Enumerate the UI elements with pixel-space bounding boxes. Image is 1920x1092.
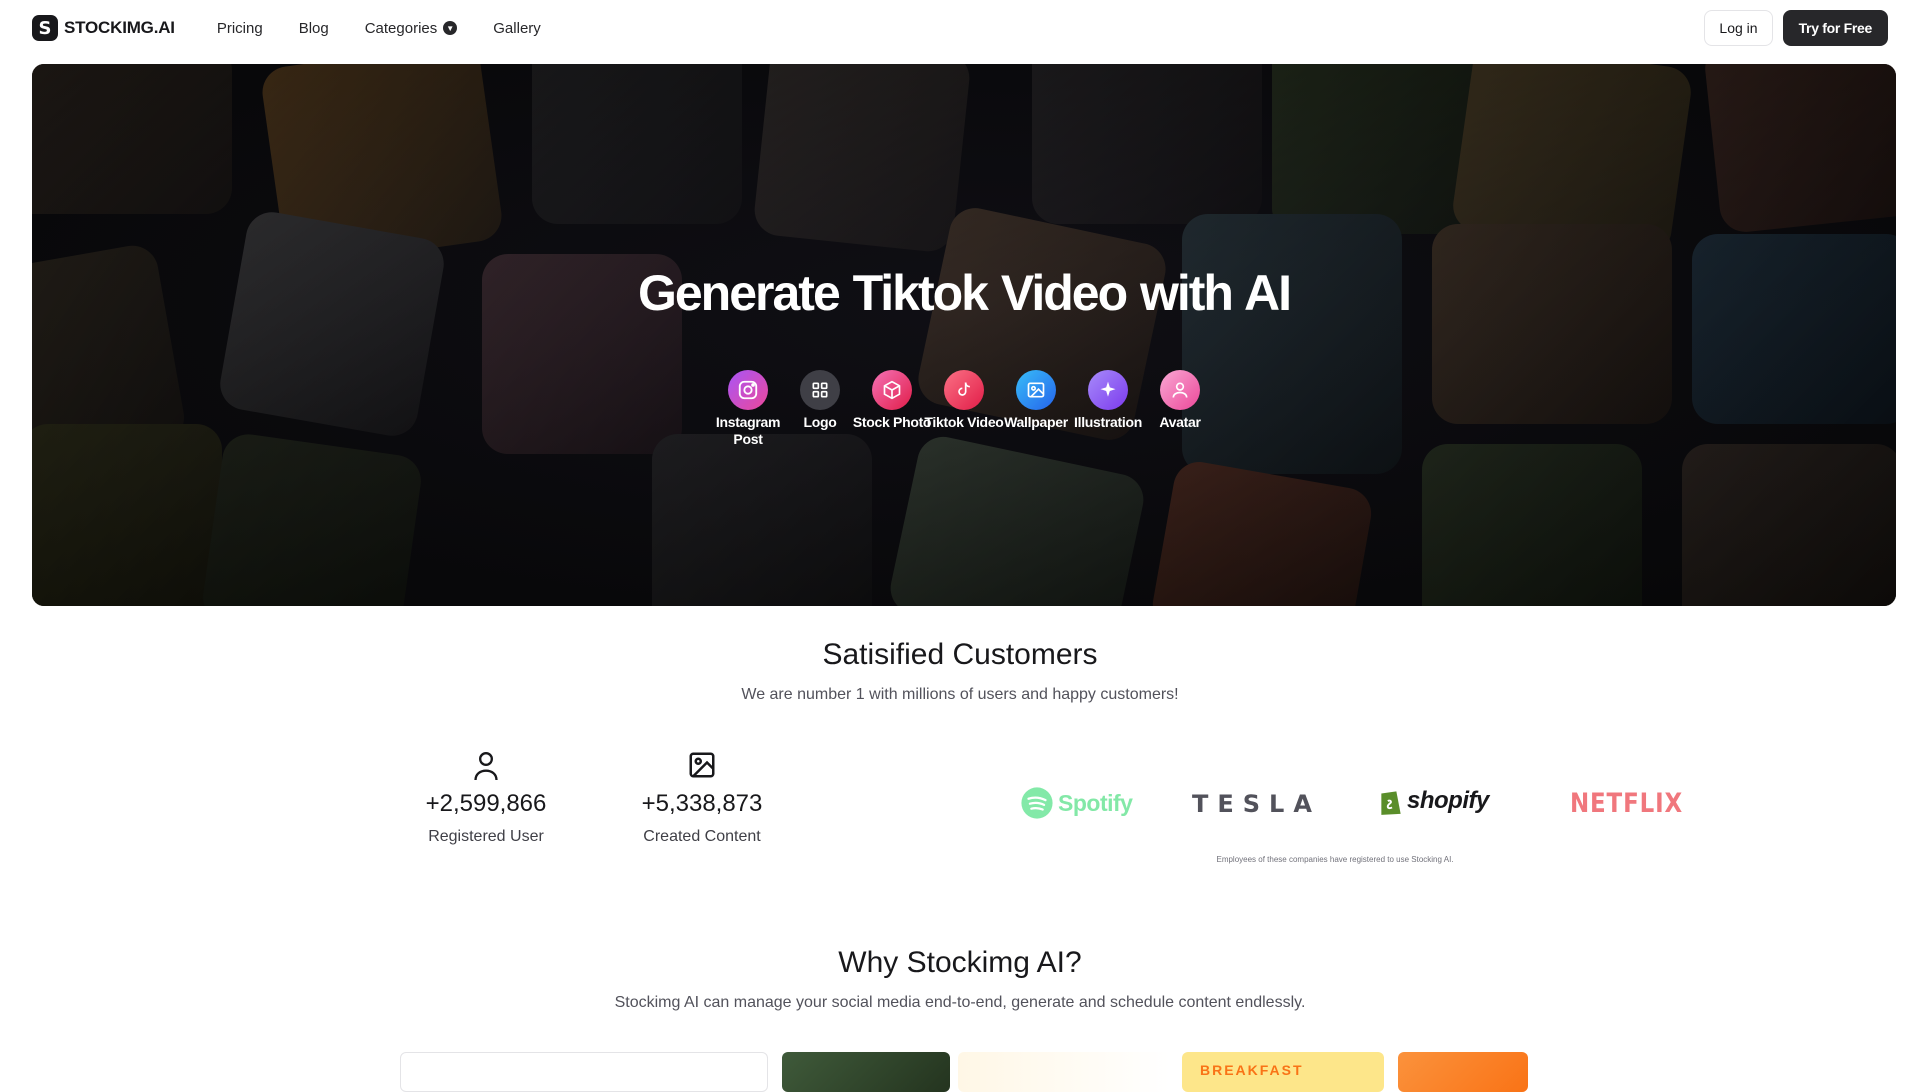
- spotify-icon: [1021, 787, 1053, 819]
- feature-card[interactable]: [1398, 1052, 1528, 1092]
- user-icon: [396, 750, 576, 784]
- box-icon: [872, 370, 912, 410]
- stat-value: +2,599,866: [425, 790, 547, 817]
- hero-overlay: [32, 64, 1896, 606]
- category-tiktok-video[interactable]: Tiktok Video: [924, 370, 1004, 448]
- category-wallpaper[interactable]: Wallpaper: [1000, 370, 1072, 448]
- nav-link-gallery[interactable]: Gallery: [475, 20, 559, 37]
- category-picker: Instagram Post Logo Stock Photo Tiktok V…: [32, 370, 1896, 448]
- brand-spotify: Spotify: [1020, 786, 1133, 820]
- nav-link-categories[interactable]: Categories ▼: [347, 20, 476, 37]
- brand-name: shopify: [1407, 787, 1489, 814]
- brand-netflix: NETFLIX: [1560, 788, 1693, 819]
- category-label: Stock Photo: [852, 414, 932, 430]
- feature-card[interactable]: BREAKFAST: [1182, 1052, 1384, 1092]
- category-logo[interactable]: Logo: [784, 370, 856, 448]
- category-label: Instagram Post: [715, 414, 781, 447]
- nav-actions: Log in Try for Free: [1704, 10, 1888, 46]
- chevron-down-icon: ▼: [443, 21, 458, 35]
- category-label: Logo: [803, 414, 837, 430]
- grid-icon: [800, 370, 840, 410]
- category-label: Avatar: [1159, 414, 1201, 430]
- category-illustration[interactable]: Illustration: [1072, 370, 1144, 448]
- brand-tesla: TESLA: [1192, 790, 1321, 818]
- why-title: Why Stockimg AI?: [838, 946, 1082, 979]
- user-icon: [1160, 370, 1200, 410]
- hero-banner: Generate Tiktok Video with AI Instagram …: [32, 64, 1896, 606]
- stat-registered-users: +2,599,866 Registered User: [396, 750, 576, 846]
- feature-card[interactable]: [400, 1052, 768, 1092]
- login-button[interactable]: Log in: [1704, 10, 1773, 46]
- instagram-icon: [728, 370, 768, 410]
- customers-title: Satisified Customers: [822, 638, 1098, 671]
- brand-name: Spotify: [1058, 789, 1133, 816]
- brands-footnote: Employees of these companies have regist…: [1216, 855, 1454, 864]
- brand-name: STOCKIMG.AI: [64, 18, 175, 37]
- category-instagram-post[interactable]: Instagram Post: [712, 370, 784, 448]
- brand-name: NETFLIX: [1569, 788, 1684, 819]
- card-text: BREAKFAST: [1200, 1062, 1304, 1078]
- stat-label: Registered User: [428, 828, 544, 845]
- nav-link-categories-label: Categories: [364, 19, 438, 37]
- nav-link-blog[interactable]: Blog: [281, 20, 347, 37]
- hero-title: Generate Tiktok Video with AI: [637, 265, 1292, 321]
- logo-icon: S: [32, 15, 58, 41]
- image-icon: [612, 750, 792, 784]
- top-navbar: S STOCKIMG.AI Pricing Blog Categories ▼ …: [0, 0, 1920, 56]
- nav-link-pricing[interactable]: Pricing: [199, 20, 281, 37]
- stat-created-content: +5,338,873 Created Content: [612, 750, 792, 846]
- stat-label: Created Content: [643, 828, 761, 845]
- feature-card[interactable]: [782, 1052, 950, 1092]
- category-stock-photo[interactable]: Stock Photo: [853, 370, 931, 448]
- customers-subtitle: We are number 1 with millions of users a…: [741, 686, 1179, 703]
- category-label: Illustration: [1074, 414, 1142, 430]
- category-avatar[interactable]: Avatar: [1144, 370, 1216, 448]
- nav-links: Pricing Blog Categories ▼ Gallery: [199, 20, 559, 37]
- try-for-free-button[interactable]: Try for Free: [1782, 10, 1888, 46]
- stat-value: +5,338,873: [641, 790, 763, 817]
- brand-logo[interactable]: S STOCKIMG.AI: [32, 15, 175, 41]
- brand-name: TESLA: [1192, 790, 1321, 818]
- shopify-bag-icon: [1381, 791, 1401, 815]
- image-icon: [1016, 370, 1056, 410]
- brand-shopify: shopify: [1378, 786, 1489, 816]
- why-subtitle: Stockimg AI can manage your social media…: [614, 994, 1306, 1011]
- feature-card[interactable]: [958, 1052, 1170, 1092]
- category-label: Wallpaper: [1004, 414, 1068, 430]
- tiktok-icon: [944, 370, 984, 410]
- sparkle-icon: [1088, 370, 1128, 410]
- category-label: Tiktok Video: [924, 414, 1004, 430]
